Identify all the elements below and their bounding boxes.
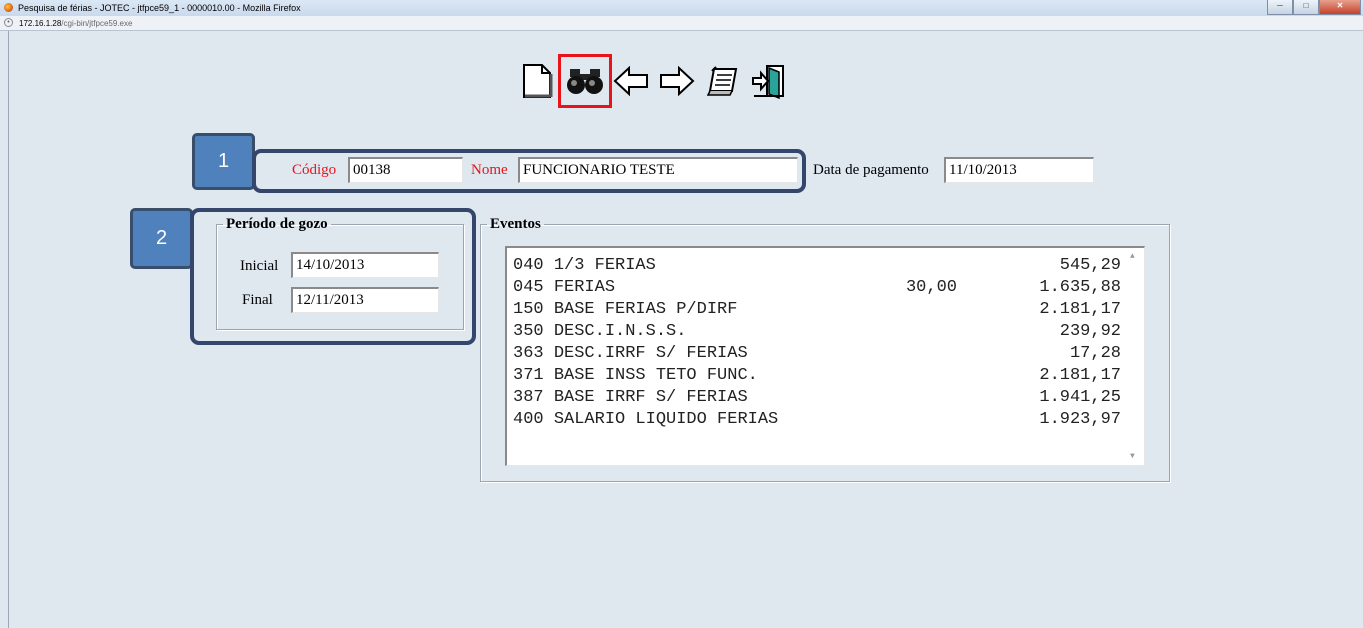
codigo-label: Código: [292, 162, 337, 178]
event-row[interactable]: 040 1/3 FERIAS 545,29: [513, 256, 1127, 278]
globe-icon: •: [4, 18, 13, 27]
window-title: Pesquisa de férias - JOTEC - jtfpce59_1 …: [18, 3, 301, 13]
periodo-gozo-legend: Período de gozo: [226, 216, 328, 232]
eventos-list[interactable]: 040 1/3 FERIAS 545,29 045 FERIAS 30,00 1.63…: [505, 246, 1145, 466]
nome-input[interactable]: FUNCIONARIO TESTE: [518, 157, 798, 183]
event-row[interactable]: 363 DESC.IRRF S/ FERIAS 17,28: [513, 344, 1127, 366]
exit-button[interactable]: [750, 62, 788, 100]
data-pagamento-label: Data de pagamento: [813, 162, 929, 178]
annotation-label-2: 2: [130, 208, 193, 269]
final-input[interactable]: 12/11/2013: [291, 287, 439, 313]
address-bar[interactable]: • 172.16.1.28/cgi-bin/jtfpce59.exe: [0, 16, 1363, 31]
firefox-icon: [4, 3, 13, 12]
notes-button[interactable]: [704, 62, 742, 100]
final-label: Final: [242, 292, 273, 308]
event-row[interactable]: 045 FERIAS 30,00 1.635,88: [513, 278, 1127, 300]
next-button[interactable]: [658, 62, 696, 100]
toolbar: [518, 54, 796, 108]
event-row[interactable]: 371 BASE INSS TETO FUNC. 2.181,17: [513, 366, 1127, 388]
previous-button[interactable]: [612, 62, 650, 100]
url-host: 172.16.1.28: [19, 19, 62, 28]
scroll-down-icon[interactable]: ▼: [1130, 452, 1135, 461]
arrow-right-icon: [660, 66, 695, 96]
new-document-button[interactable]: [518, 62, 556, 100]
codigo-input[interactable]: 00138: [348, 157, 463, 183]
binoculars-search-icon: [567, 69, 603, 94]
event-row[interactable]: 387 BASE IRRF S/ FERIAS 1.941,25: [513, 388, 1127, 410]
eventos-legend: Eventos: [490, 216, 541, 232]
notepad-icon: [706, 66, 738, 96]
event-row[interactable]: 150 BASE FERIAS P/DIRF 2.181,17: [513, 300, 1127, 322]
nome-label: Nome: [471, 162, 508, 178]
data-pagamento-input[interactable]: 11/10/2013: [944, 157, 1094, 183]
minimize-button[interactable]: ─: [1267, 0, 1293, 15]
maximize-button[interactable]: □: [1293, 0, 1319, 15]
window-titlebar: Pesquisa de férias - JOTEC - jtfpce59_1 …: [0, 0, 1363, 16]
url-path: /cgi-bin/jtfpce59.exe: [61, 19, 133, 28]
annotation-label-1: 1: [192, 133, 255, 190]
event-row[interactable]: 400 SALARIO LIQUIDO FERIAS 1.923,97: [513, 410, 1127, 432]
event-row[interactable]: 350 DESC.I.N.S.S. 239,92: [513, 322, 1127, 344]
new-document-icon: [523, 64, 553, 98]
eventos-scrollbar[interactable]: ▲ ▼: [1128, 248, 1144, 465]
inicial-label: Inicial: [240, 258, 279, 274]
inicial-input[interactable]: 14/10/2013: [291, 252, 439, 278]
scroll-up-icon[interactable]: ▲: [1130, 252, 1135, 261]
arrow-left-icon: [613, 66, 648, 96]
search-button[interactable]: [558, 54, 612, 108]
exit-door-icon: [752, 65, 784, 99]
close-button[interactable]: ✕: [1319, 0, 1361, 15]
